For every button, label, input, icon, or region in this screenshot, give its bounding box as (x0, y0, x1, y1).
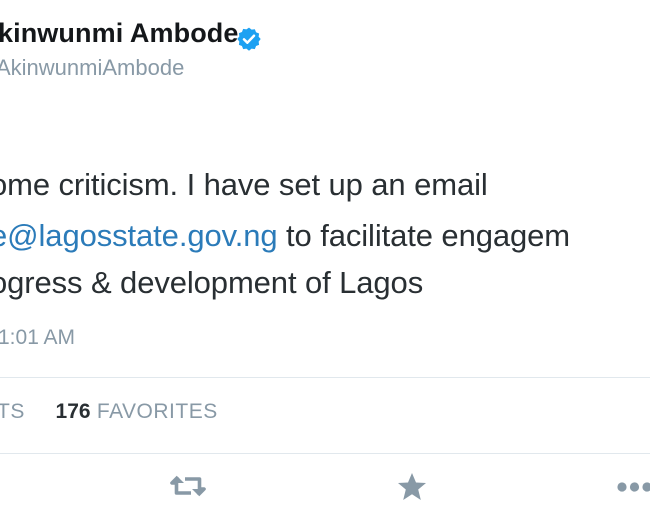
tweet-detail: kinwunmi Ambode AkinwunmiAmbode ome crit… (0, 0, 650, 510)
verified-badge-icon (237, 27, 261, 51)
favorites-count[interactable]: 176 (56, 400, 91, 423)
tweet-text-line-1: ome criticism. I have set up an email (0, 167, 488, 202)
divider (0, 377, 650, 378)
more-icon[interactable] (616, 481, 650, 493)
retweet-icon[interactable] (169, 473, 207, 499)
tweet-timestamp[interactable]: 1:01 AM (0, 326, 75, 350)
tweet-text-line-3: ogress & development of Lagos (0, 265, 424, 300)
divider (0, 453, 650, 454)
tweet-text-line-2: e@lagosstate.gov.ng to facilitate engage… (0, 218, 570, 254)
author-display-name[interactable]: kinwunmi Ambode (0, 18, 239, 49)
retweets-label[interactable]: TS (0, 400, 25, 423)
handle-text: AkinwunmiAmbode (0, 55, 185, 80)
author-handle[interactable]: AkinwunmiAmbode (0, 55, 184, 81)
tweet-text-line-2-rest: to facilitate engagem (277, 218, 570, 253)
email-link[interactable]: e@lagosstate.gov.ng (0, 218, 278, 253)
star-icon[interactable] (397, 472, 427, 501)
favorites-label[interactable]: FAVORITES (97, 400, 218, 423)
tweet-stats: TS 176 FAVORITES (0, 400, 218, 424)
